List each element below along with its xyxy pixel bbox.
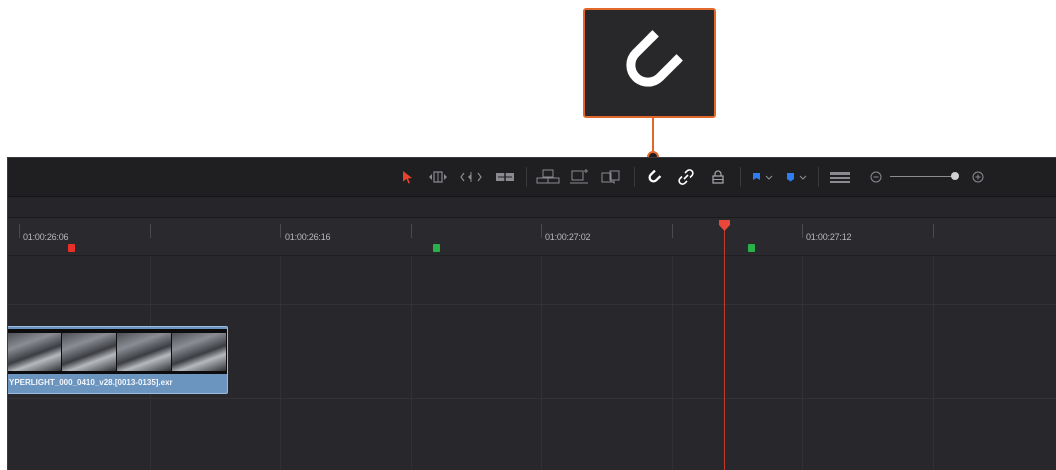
trim-edit-mode-button[interactable] [428,167,448,187]
timecode-label: 01:00:26:16 [285,232,331,242]
replace-icon [601,170,620,184]
toolbar-separator [526,167,527,187]
zoom-slider-handle[interactable] [950,172,959,180]
ruler-tick [541,224,542,238]
snapping-button[interactable] [644,167,664,187]
zoom-out-icon [870,171,882,183]
pointer-arrow-icon [403,171,412,184]
toolbar-separator [634,167,635,187]
dynamic-trim-mode-button[interactable] [460,167,482,187]
grid-line [411,256,412,470]
timecode-label: 01:00:26:06 [23,232,69,242]
timeline-tracks: YPERLIGHT_000_0410_v28.[0013-0135].exr [8,256,1056,470]
snap-magnet-icon [625,30,683,87]
marker-button[interactable] [784,167,810,187]
insert-clip-button[interactable] [536,167,560,187]
overwrite-icon [570,169,588,184]
timecode-label: 01:00:27:12 [806,232,852,242]
grid-line [802,256,803,470]
trim-icon [429,171,447,183]
track-divider [8,304,1056,305]
ruler-tick [19,224,20,238]
replace-clip-button[interactable] [600,167,622,187]
track-divider [8,398,1056,399]
view-options-icon [830,172,850,183]
video-clip[interactable]: YPERLIGHT_000_0410_v28.[0013-0135].exr [8,326,228,394]
clip-thumbnail [117,333,171,371]
lock-icon [712,170,724,184]
marker-icon [787,173,807,182]
snapping-callout [583,8,716,118]
ruler-tick [280,224,281,238]
flag-icon [753,173,773,180]
blade-edit-mode-button[interactable] [494,167,516,187]
toolbar-separator [740,167,741,187]
clip-thumbnail [62,333,116,371]
grid-line [541,256,542,470]
timeline-header-bar [8,197,1056,218]
timeline-view-options-button[interactable] [828,167,852,187]
zoom-in-button[interactable] [970,167,986,187]
toolbar-separator [818,167,819,187]
timeline-toolbar [8,158,1056,197]
timeline-marker-green[interactable] [748,244,755,252]
timeline-marker-green[interactable] [433,244,440,252]
zoom-in-icon [972,171,984,183]
position-lock-button[interactable] [708,167,728,187]
selection-mode-button[interactable] [400,167,414,187]
clip-thumbnails [8,329,227,374]
ruler-tick [802,224,803,238]
zoom-slider-track[interactable] [890,176,958,177]
flag-button[interactable] [750,167,776,187]
ruler-tick [411,224,412,238]
grid-line [280,256,281,470]
linked-selection-button[interactable] [676,167,696,187]
grid-line [933,256,934,470]
snap-magnet-icon [648,169,662,183]
overwrite-clip-button[interactable] [568,167,590,187]
link-icon [678,169,694,185]
timecode-label: 01:00:27:02 [545,232,591,242]
ruler-tick [672,224,673,238]
playhead-line[interactable] [724,226,725,470]
timecode-ruler[interactable]: 01:00:26:06 01:00:26:16 01:00:27:02 01:0… [8,218,1056,256]
zoom-out-button[interactable] [868,167,884,187]
callout-connector [652,118,654,152]
clip-thumbnail [172,333,226,371]
timeline-panel: 01:00:26:06 01:00:26:16 01:00:27:02 01:0… [7,157,1056,470]
blade-icon [496,171,514,183]
clip-name: YPERLIGHT_000_0410_v28.[0013-0135].exr [9,378,173,387]
insert-icon [536,169,560,184]
grid-line [672,256,673,470]
playhead-handle[interactable] [719,220,730,231]
clip-thumbnail [8,333,61,371]
ruler-tick [150,224,151,238]
dynamic-trim-icon [460,172,482,182]
ruler-tick [933,224,934,238]
timeline-marker-red[interactable] [68,244,75,252]
